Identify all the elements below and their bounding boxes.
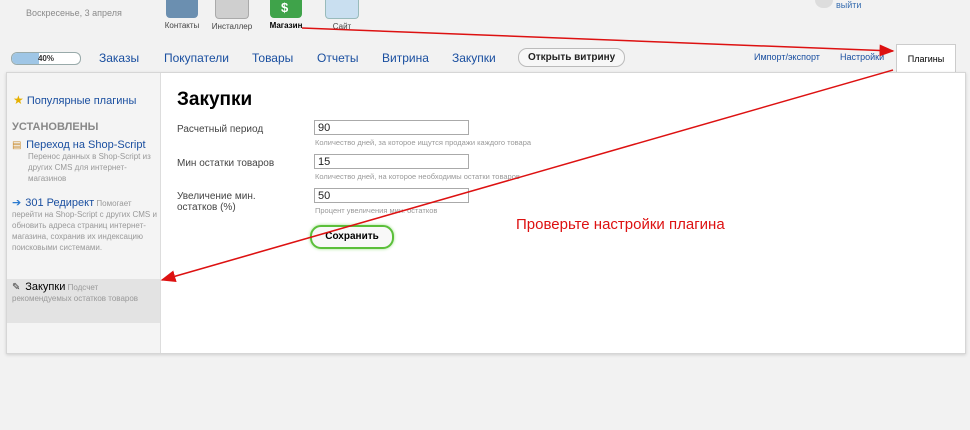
annotation-arrows xyxy=(160,27,895,283)
arrow-to-plugins-tab xyxy=(301,27,895,57)
arrow-to-purchases-plugin xyxy=(160,69,894,283)
